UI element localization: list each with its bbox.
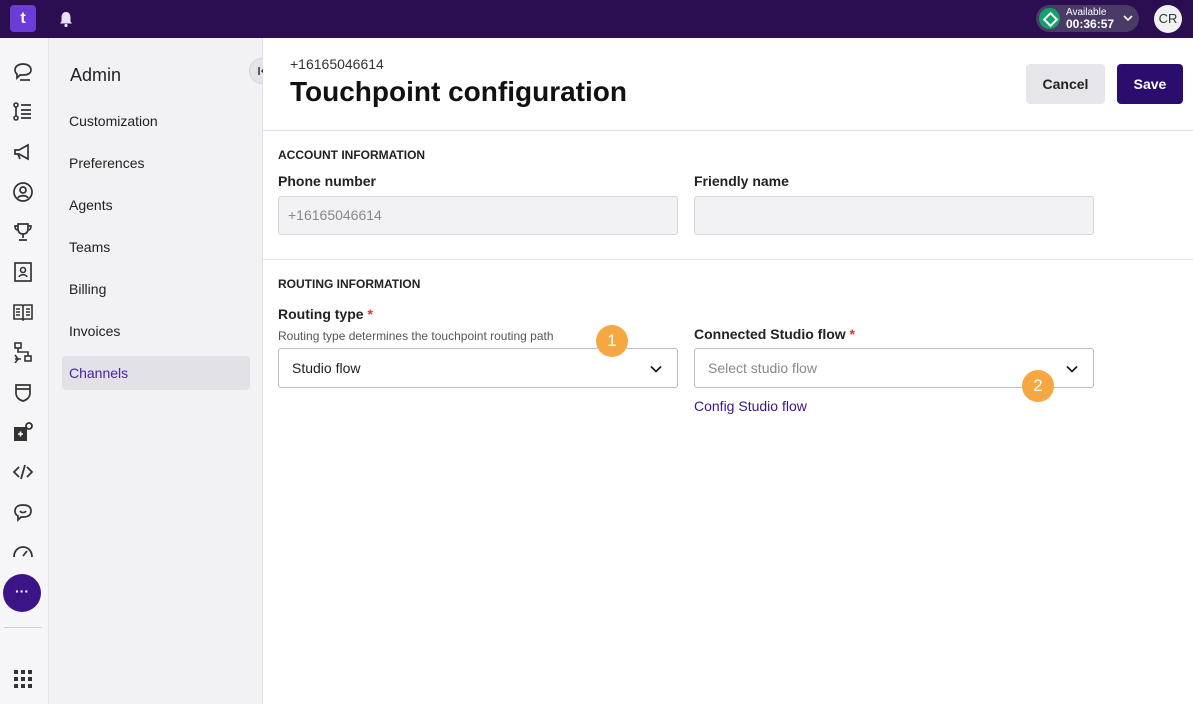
agent-status-dropdown[interactable]: Available 00:36:57 [1036, 5, 1139, 32]
sidebar-item-customization[interactable]: Customization [62, 104, 250, 138]
sidebar-item-billing[interactable]: Billing [62, 272, 250, 306]
top-bar: t Available 00:36:57 CR [0, 0, 1193, 38]
sidebar-item-teams[interactable]: Teams [62, 230, 250, 264]
sidebar-item-invoices[interactable]: Invoices [62, 314, 250, 348]
routing-type-help: Routing type determines the touchpoint r… [278, 329, 554, 343]
studio-flow-label-text: Connected Studio flow [694, 326, 846, 342]
routing-type-label: Routing type * [278, 306, 373, 322]
phone-number-field[interactable]: +16165046614 [278, 196, 678, 235]
user-avatar[interactable]: CR [1154, 5, 1182, 33]
step-badge-2: 2 [1022, 370, 1054, 402]
routing-type-value: Studio flow [292, 360, 361, 376]
contacts-icon[interactable] [12, 181, 34, 203]
knowledge-book-icon[interactable] [12, 301, 34, 323]
integrations-icon[interactable] [12, 421, 34, 443]
sidebar-item-agents[interactable]: Agents [62, 188, 250, 222]
shield-icon[interactable] [12, 381, 34, 403]
section-divider [263, 130, 1193, 131]
dashboard-icon[interactable] [12, 541, 34, 563]
friendly-name-field[interactable] [694, 196, 1094, 235]
studio-flow-placeholder: Select studio flow [708, 360, 817, 376]
sidebar-item-channels[interactable]: Channels [62, 356, 250, 390]
routing-type-label-text: Routing type [278, 306, 364, 322]
directory-icon[interactable] [12, 261, 34, 283]
required-mark: * [367, 306, 373, 322]
rail-divider [4, 627, 42, 628]
save-button[interactable]: Save [1117, 64, 1183, 104]
account-section-title: ACCOUNT INFORMATION [278, 148, 426, 162]
bell-icon[interactable] [57, 10, 75, 28]
section-divider [263, 259, 1193, 260]
admin-sidebar: Admin Customization Preferences Agents T… [49, 38, 275, 704]
chat-icon[interactable] [12, 501, 34, 523]
phone-number-label: Phone number [278, 173, 377, 189]
app-logo[interactable]: t [10, 5, 36, 32]
page-subtitle: +16165046614 [290, 56, 384, 72]
page-title: Touchpoint configuration [290, 76, 627, 107]
nav-rail: ··· [0, 38, 49, 704]
config-studio-flow-link[interactable]: Config Studio flow [694, 398, 807, 414]
required-mark: * [849, 326, 855, 342]
more-apps-button[interactable]: ··· [3, 574, 41, 612]
sidebar-item-preferences[interactable]: Preferences [62, 146, 250, 180]
chevron-down-icon [650, 365, 662, 373]
workflow-icon[interactable] [12, 341, 34, 363]
conversations-icon[interactable] [12, 62, 34, 84]
code-icon[interactable] [12, 461, 34, 483]
grid-icon[interactable] [12, 668, 34, 690]
chevron-down-icon [1123, 15, 1133, 22]
status-timer: 00:36:57 [1066, 17, 1115, 31]
trophy-icon[interactable] [12, 221, 34, 243]
chevron-down-icon [1066, 365, 1078, 373]
available-status-icon [1039, 8, 1060, 29]
step-badge-1: 1 [596, 325, 628, 357]
studio-flow-label: Connected Studio flow * [694, 326, 855, 342]
main-content: +16165046614 Touchpoint configuration Ca… [263, 38, 1193, 704]
friendly-name-label: Friendly name [694, 173, 789, 189]
cancel-button[interactable]: Cancel [1026, 64, 1105, 104]
queues-icon[interactable] [12, 101, 34, 123]
sidebar-title: Admin [70, 65, 122, 85]
campaigns-icon[interactable] [12, 141, 34, 163]
routing-section-title: ROUTING INFORMATION [278, 277, 421, 291]
